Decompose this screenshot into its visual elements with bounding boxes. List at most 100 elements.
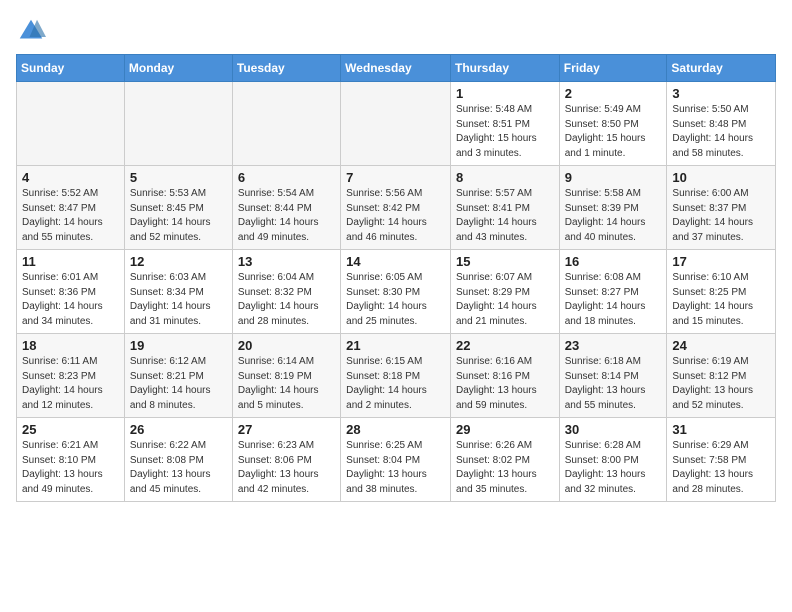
- calendar-cell: 9 Sunrise: 5:58 AM Sunset: 8:39 PM Daylig…: [559, 166, 667, 250]
- day-number: 23: [565, 338, 662, 353]
- day-info: Sunrise: 6:10 AM Sunset: 8:25 PM Dayligh…: [672, 271, 770, 329]
- day-header-wednesday: Wednesday: [341, 55, 451, 82]
- calendar-cell: [341, 82, 451, 166]
- day-number: 10: [672, 170, 770, 185]
- logo: [16, 16, 50, 46]
- day-number: 19: [130, 338, 227, 353]
- day-info: Sunrise: 5:50 AM Sunset: 8:48 PM Dayligh…: [672, 103, 770, 161]
- day-number: 26: [130, 422, 227, 437]
- calendar-cell: 28Sunrise: 6:25 AM Sunset: 8:04 PM Dayli…: [341, 418, 451, 502]
- calendar-cell: 27 Sunrise: 6:23 AM Sunset: 8:06 PM Dayli…: [232, 418, 340, 502]
- calendar-week-5: 25 Sunrise: 6:21 AM Sunset: 8:10 PM Dayli…: [17, 418, 776, 502]
- day-number: 8: [456, 170, 554, 185]
- day-info: Sunrise: 6:08 AM Sunset: 8:27 PM Dayligh…: [565, 271, 662, 329]
- day-info: Sunrise: 6:12 AM Sunset: 8:21 PM Dayligh…: [130, 355, 227, 413]
- day-number: 22: [456, 338, 554, 353]
- day-info: Sunrise: 6:23 AM Sunset: 8:06 PM Dayligh…: [238, 439, 335, 497]
- calendar-cell: 4 Sunrise: 5:52 AM Sunset: 8:47 PM Daylig…: [17, 166, 125, 250]
- day-number: 3: [672, 86, 770, 101]
- day-info: Sunrise: 6:22 AM Sunset: 8:08 PM Dayligh…: [130, 439, 227, 497]
- calendar-cell: 8 Sunrise: 5:57 AM Sunset: 8:41 PM Daylig…: [450, 166, 559, 250]
- day-info: Sunrise: 5:53 AM Sunset: 8:45 PM Dayligh…: [130, 187, 227, 245]
- day-number: 2: [565, 86, 662, 101]
- day-info: Sunrise: 5:56 AM Sunset: 8:42 PM Dayligh…: [346, 187, 445, 245]
- day-number: 21: [346, 338, 445, 353]
- day-info: Sunrise: 6:15 AM Sunset: 8:18 PM Dayligh…: [346, 355, 445, 413]
- day-info: Sunrise: 5:57 AM Sunset: 8:41 PM Dayligh…: [456, 187, 554, 245]
- day-header-sunday: Sunday: [17, 55, 125, 82]
- calendar-cell: 24Sunrise: 6:19 AM Sunset: 8:12 PM Dayli…: [667, 334, 776, 418]
- calendar-cell: 13 Sunrise: 6:04 AM Sunset: 8:32 PM Dayli…: [232, 250, 340, 334]
- day-info: Sunrise: 5:54 AM Sunset: 8:44 PM Dayligh…: [238, 187, 335, 245]
- calendar-header-row: SundayMondayTuesdayWednesdayThursdayFrid…: [17, 55, 776, 82]
- calendar-cell: 26 Sunrise: 6:22 AM Sunset: 8:08 PM Dayli…: [124, 418, 232, 502]
- day-number: 1: [456, 86, 554, 101]
- calendar-cell: [17, 82, 125, 166]
- day-number: 28: [346, 422, 445, 437]
- day-info: Sunrise: 5:52 AM Sunset: 8:47 PM Dayligh…: [22, 187, 119, 245]
- day-info: Sunrise: 5:48 AM Sunset: 8:51 PM Dayligh…: [456, 103, 554, 161]
- calendar-cell: 14Sunrise: 6:05 AM Sunset: 8:30 PM Dayli…: [341, 250, 451, 334]
- day-number: 7: [346, 170, 445, 185]
- calendar-cell: 19 Sunrise: 6:12 AM Sunset: 8:21 PM Dayli…: [124, 334, 232, 418]
- day-number: 5: [130, 170, 227, 185]
- calendar-cell: 6 Sunrise: 5:54 AM Sunset: 8:44 PM Daylig…: [232, 166, 340, 250]
- calendar-cell: 16 Sunrise: 6:08 AM Sunset: 8:27 PM Dayli…: [559, 250, 667, 334]
- day-number: 13: [238, 254, 335, 269]
- logo-icon: [16, 16, 46, 46]
- day-info: Sunrise: 6:01 AM Sunset: 8:36 PM Dayligh…: [22, 271, 119, 329]
- day-info: Sunrise: 6:29 AM Sunset: 7:58 PM Dayligh…: [672, 439, 770, 497]
- day-info: Sunrise: 6:26 AM Sunset: 8:02 PM Dayligh…: [456, 439, 554, 497]
- calendar-cell: 25 Sunrise: 6:21 AM Sunset: 8:10 PM Dayli…: [17, 418, 125, 502]
- day-number: 12: [130, 254, 227, 269]
- day-info: Sunrise: 6:21 AM Sunset: 8:10 PM Dayligh…: [22, 439, 119, 497]
- calendar-cell: 30 Sunrise: 6:28 AM Sunset: 8:00 PM Dayli…: [559, 418, 667, 502]
- calendar-cell: 7 Sunrise: 5:56 AM Sunset: 8:42 PM Daylig…: [341, 166, 451, 250]
- day-info: Sunrise: 6:03 AM Sunset: 8:34 PM Dayligh…: [130, 271, 227, 329]
- calendar-cell: 31Sunrise: 6:29 AM Sunset: 7:58 PM Dayli…: [667, 418, 776, 502]
- day-header-saturday: Saturday: [667, 55, 776, 82]
- calendar-cell: 2 Sunrise: 5:49 AM Sunset: 8:50 PM Daylig…: [559, 82, 667, 166]
- day-info: Sunrise: 6:18 AM Sunset: 8:14 PM Dayligh…: [565, 355, 662, 413]
- day-info: Sunrise: 6:05 AM Sunset: 8:30 PM Dayligh…: [346, 271, 445, 329]
- day-number: 16: [565, 254, 662, 269]
- day-info: Sunrise: 6:11 AM Sunset: 8:23 PM Dayligh…: [22, 355, 119, 413]
- calendar-cell: [232, 82, 340, 166]
- day-info: Sunrise: 6:00 AM Sunset: 8:37 PM Dayligh…: [672, 187, 770, 245]
- day-number: 9: [565, 170, 662, 185]
- calendar: SundayMondayTuesdayWednesdayThursdayFrid…: [16, 54, 776, 502]
- day-number: 4: [22, 170, 119, 185]
- calendar-cell: 3 Sunrise: 5:50 AM Sunset: 8:48 PM Daylig…: [667, 82, 776, 166]
- calendar-cell: [124, 82, 232, 166]
- day-info: Sunrise: 6:04 AM Sunset: 8:32 PM Dayligh…: [238, 271, 335, 329]
- day-header-monday: Monday: [124, 55, 232, 82]
- day-number: 18: [22, 338, 119, 353]
- calendar-cell: 10 Sunrise: 6:00 AM Sunset: 8:37 PM Dayli…: [667, 166, 776, 250]
- calendar-cell: 22Sunrise: 6:16 AM Sunset: 8:16 PM Dayli…: [450, 334, 559, 418]
- day-number: 25: [22, 422, 119, 437]
- day-number: 20: [238, 338, 335, 353]
- day-info: Sunrise: 5:58 AM Sunset: 8:39 PM Dayligh…: [565, 187, 662, 245]
- day-info: Sunrise: 6:07 AM Sunset: 8:29 PM Dayligh…: [456, 271, 554, 329]
- calendar-cell: 23 Sunrise: 6:18 AM Sunset: 8:14 PM Dayli…: [559, 334, 667, 418]
- calendar-cell: 12 Sunrise: 6:03 AM Sunset: 8:34 PM Dayli…: [124, 250, 232, 334]
- day-header-tuesday: Tuesday: [232, 55, 340, 82]
- day-number: 11: [22, 254, 119, 269]
- calendar-cell: 29Sunrise: 6:26 AM Sunset: 8:02 PM Dayli…: [450, 418, 559, 502]
- calendar-cell: 15Sunrise: 6:07 AM Sunset: 8:29 PM Dayli…: [450, 250, 559, 334]
- calendar-week-4: 18 Sunrise: 6:11 AM Sunset: 8:23 PM Dayli…: [17, 334, 776, 418]
- header: [16, 16, 776, 46]
- day-number: 17: [672, 254, 770, 269]
- calendar-cell: 21 Sunrise: 6:15 AM Sunset: 8:18 PM Dayli…: [341, 334, 451, 418]
- day-info: Sunrise: 5:49 AM Sunset: 8:50 PM Dayligh…: [565, 103, 662, 161]
- day-number: 30: [565, 422, 662, 437]
- day-number: 24: [672, 338, 770, 353]
- calendar-week-3: 11 Sunrise: 6:01 AM Sunset: 8:36 PM Dayli…: [17, 250, 776, 334]
- day-info: Sunrise: 6:14 AM Sunset: 8:19 PM Dayligh…: [238, 355, 335, 413]
- day-info: Sunrise: 6:28 AM Sunset: 8:00 PM Dayligh…: [565, 439, 662, 497]
- day-number: 27: [238, 422, 335, 437]
- day-number: 6: [238, 170, 335, 185]
- calendar-cell: 18 Sunrise: 6:11 AM Sunset: 8:23 PM Dayli…: [17, 334, 125, 418]
- calendar-cell: 11 Sunrise: 6:01 AM Sunset: 8:36 PM Dayli…: [17, 250, 125, 334]
- day-header-friday: Friday: [559, 55, 667, 82]
